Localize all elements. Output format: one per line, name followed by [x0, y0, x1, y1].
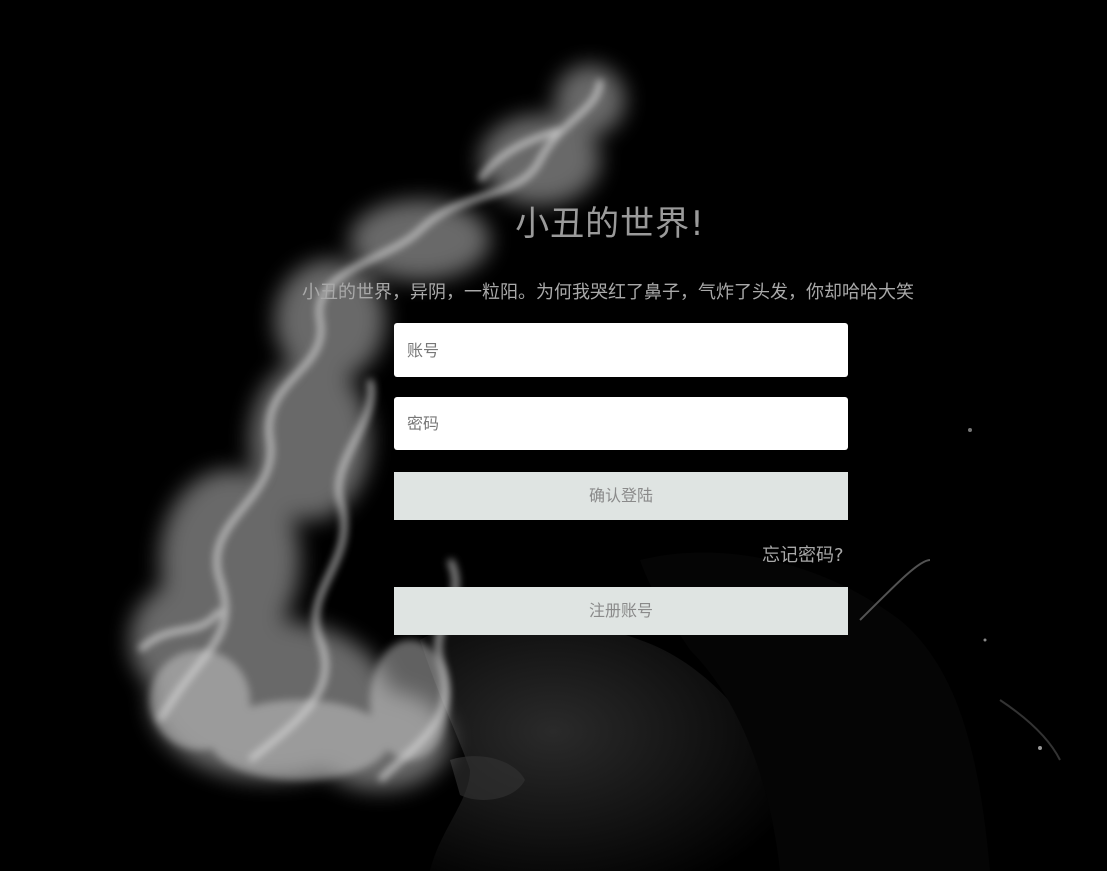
- login-button[interactable]: 确认登陆: [394, 472, 848, 520]
- forgot-password-link[interactable]: 忘记密码?: [762, 541, 844, 567]
- page-title: 小丑的世界!: [515, 204, 705, 244]
- page-subtitle: 小丑的世界，异阴，一粒阳。为何我哭红了鼻子，气炸了头发，你却哈哈大笑: [302, 282, 914, 303]
- password-input[interactable]: [394, 397, 848, 450]
- register-button[interactable]: 注册账号: [394, 587, 848, 635]
- username-input[interactable]: [394, 323, 848, 377]
